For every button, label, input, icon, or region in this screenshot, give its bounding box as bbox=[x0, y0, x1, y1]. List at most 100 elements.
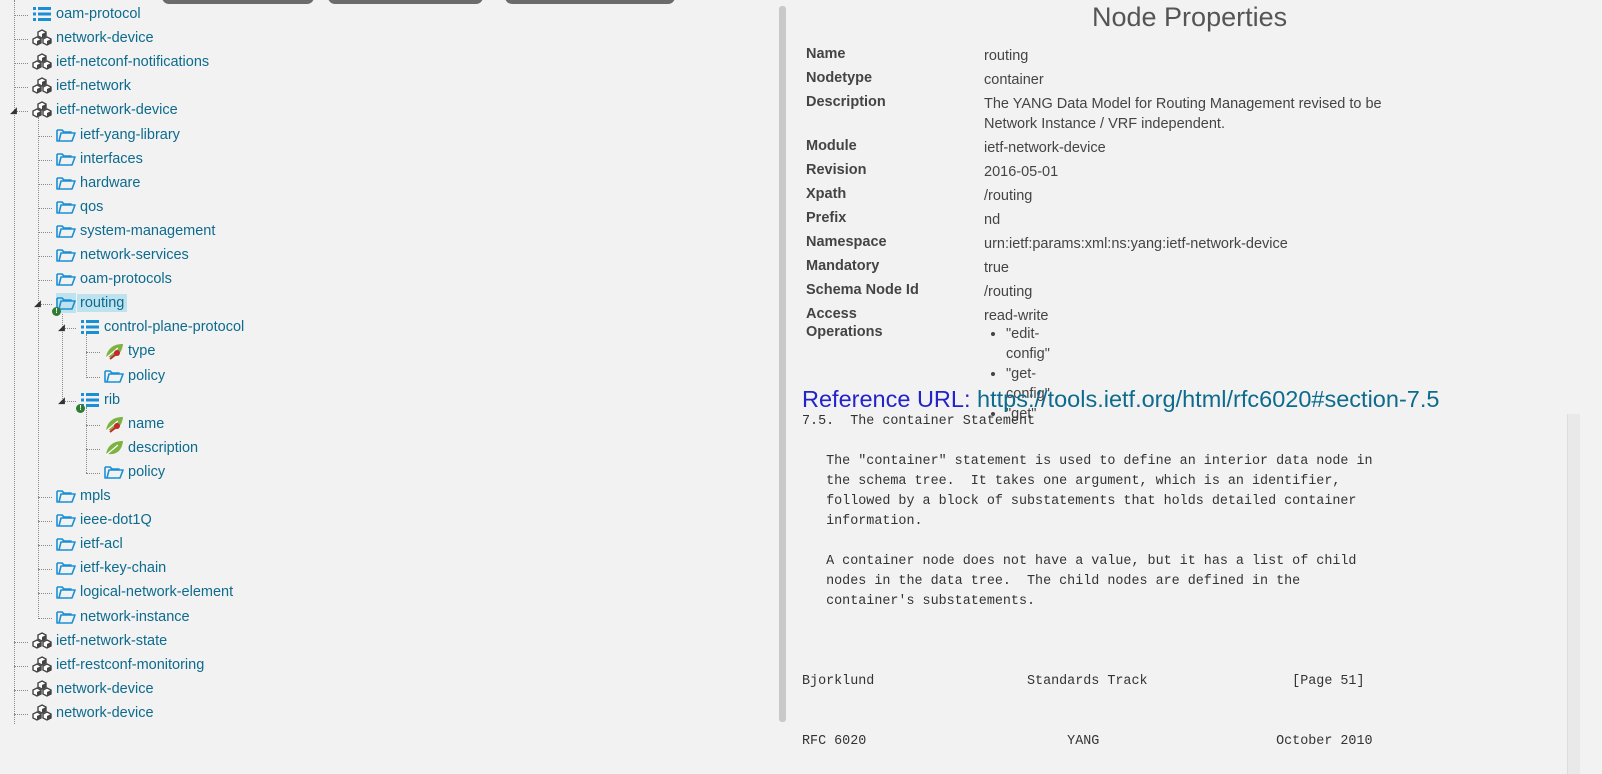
tree-node-label[interactable]: ietf-network-state bbox=[56, 633, 167, 649]
module-icon bbox=[32, 631, 52, 651]
tree-node-label[interactable]: policy bbox=[128, 368, 165, 384]
tree-node-name[interactable]: name bbox=[104, 413, 164, 435]
tree-connector bbox=[38, 256, 52, 257]
tree-node-system-management[interactable]: system-management bbox=[56, 220, 215, 242]
tree-node-label[interactable]: oam-protocol bbox=[56, 6, 141, 22]
tree-connector bbox=[38, 159, 52, 161]
folder-icon bbox=[56, 486, 76, 506]
tree-node-routing[interactable]: ! routing bbox=[52, 292, 128, 317]
tree-node-label[interactable]: routing bbox=[77, 294, 128, 313]
tree-node-ietf-acl[interactable]: ietf-acl bbox=[56, 533, 123, 555]
tree-connector bbox=[14, 39, 28, 41]
expand-toggle[interactable]: ◢ bbox=[10, 106, 17, 115]
folder-icon bbox=[56, 269, 76, 289]
tree-node-label[interactable]: ieee-dot1Q bbox=[80, 512, 152, 528]
tree-node-oam-protocol[interactable]: oam-protocol bbox=[32, 3, 141, 25]
tree-guide-level-3a bbox=[86, 334, 87, 377]
tree-node-label[interactable]: ietf-netconf-notifications bbox=[56, 54, 209, 70]
tree-node-interfaces[interactable]: interfaces bbox=[56, 148, 143, 170]
expand-toggle[interactable]: ◢ bbox=[58, 395, 65, 405]
prop-value: container bbox=[984, 72, 1044, 88]
tree-node-network-services[interactable]: network-services bbox=[56, 244, 189, 266]
tree-node-label[interactable]: ietf-key-chain bbox=[80, 560, 166, 576]
module-icon bbox=[32, 100, 52, 120]
tree-node-ietf-network[interactable]: ietf-network bbox=[32, 75, 131, 97]
tree-node-qos[interactable]: qos bbox=[56, 196, 103, 218]
tree-node-network-device[interactable]: network-device bbox=[32, 702, 154, 724]
expand-toggle[interactable]: ◢ bbox=[58, 323, 65, 332]
leaf-icon bbox=[104, 438, 124, 458]
tree-node-label[interactable]: oam-protocols bbox=[80, 271, 172, 287]
tree-node-rib[interactable]: ! rib bbox=[76, 389, 120, 413]
tree-node-label[interactable]: system-management bbox=[80, 223, 215, 239]
tree-node-label[interactable]: network-services bbox=[80, 247, 189, 263]
rfc-scrollbar[interactable] bbox=[1567, 414, 1580, 774]
tree-node-label[interactable]: ietf-network-device bbox=[56, 102, 178, 118]
module-icon bbox=[32, 52, 52, 72]
tree-node-label[interactable]: policy bbox=[128, 464, 165, 480]
tree-connector bbox=[14, 641, 28, 643]
tree-node-ietf-restconf-monitoring[interactable]: ietf-restconf-monitoring bbox=[32, 654, 204, 676]
tree-node-label[interactable]: network-device bbox=[56, 681, 154, 697]
folder-icon: ! bbox=[52, 293, 76, 317]
tree-node-label[interactable]: description bbox=[128, 440, 198, 456]
tree-node-label[interactable]: hardware bbox=[80, 175, 140, 191]
folder-icon bbox=[56, 607, 76, 627]
operation-item: "edit-config" bbox=[1006, 324, 1050, 364]
tree-node-label[interactable]: ietf-acl bbox=[80, 536, 123, 552]
tree-node-label[interactable]: mpls bbox=[80, 488, 111, 504]
expand-toggle[interactable]: ◢ bbox=[34, 299, 41, 308]
folder-icon bbox=[56, 534, 76, 554]
tree-connector bbox=[14, 689, 28, 691]
tree-node-label[interactable]: type bbox=[128, 343, 155, 359]
tree-connector bbox=[38, 183, 52, 185]
tree-node-network-instance[interactable]: network-instance bbox=[56, 606, 190, 628]
tree-node-logical-network-element[interactable]: logical-network-element bbox=[56, 581, 233, 603]
tree-node-label[interactable]: qos bbox=[80, 199, 103, 215]
tree-connector bbox=[38, 497, 52, 498]
tree-node-network-device[interactable]: network-device bbox=[32, 27, 154, 49]
tree-connector bbox=[14, 63, 28, 65]
tree-node-policy[interactable]: policy bbox=[104, 461, 165, 483]
tree-node-policy[interactable]: policy bbox=[104, 365, 165, 387]
tree-node-label[interactable]: network-instance bbox=[80, 609, 190, 625]
prop-key: Xpath bbox=[806, 186, 847, 202]
folder-icon bbox=[56, 245, 76, 265]
tree-node-label[interactable]: interfaces bbox=[80, 151, 143, 167]
tree-connector bbox=[14, 15, 28, 16]
tree-node-label[interactable]: network-device bbox=[56, 705, 154, 721]
tree-node-label[interactable]: ietf-network bbox=[56, 78, 131, 94]
tree-node-ietf-network-state[interactable]: ietf-network-state bbox=[32, 630, 167, 652]
prop-key: Access bbox=[806, 306, 857, 322]
tree-connector bbox=[14, 713, 28, 715]
tree-connector bbox=[38, 280, 52, 282]
pane-splitter[interactable] bbox=[779, 6, 786, 722]
tree-node-label[interactable]: network-device bbox=[56, 30, 154, 46]
prop-value: read-write bbox=[984, 308, 1049, 324]
tree-node-label[interactable]: ietf-yang-library bbox=[80, 127, 180, 143]
folder-icon bbox=[56, 221, 76, 241]
rfc-text: 7.5. The container Statement The "contai… bbox=[802, 414, 1373, 749]
tree-node-ietf-netconf-notifications[interactable]: ietf-netconf-notifications bbox=[32, 51, 209, 73]
tree-connector bbox=[38, 521, 52, 523]
tree-node-control-plane-protocol[interactable]: control-plane-protocol bbox=[80, 316, 244, 338]
tree-node-label[interactable]: logical-network-element bbox=[80, 584, 233, 600]
tree-node-description[interactable]: description bbox=[104, 437, 198, 459]
tree-node-label[interactable]: rib bbox=[104, 392, 120, 408]
tree-node-ietf-network-device[interactable]: ietf-network-device bbox=[32, 99, 178, 121]
tree-node-mpls[interactable]: mpls bbox=[56, 485, 111, 507]
tree-connector bbox=[38, 617, 52, 619]
tree-node-ieee-dot1Q[interactable]: ieee-dot1Q bbox=[56, 509, 152, 531]
tree-node-network-device[interactable]: network-device bbox=[32, 678, 154, 700]
tree-node-type[interactable]: type bbox=[104, 340, 155, 362]
tree-node-label[interactable]: control-plane-protocol bbox=[104, 319, 244, 335]
tree-node-label[interactable]: ietf-restconf-monitoring bbox=[56, 657, 204, 673]
tree-node-label[interactable]: name bbox=[128, 416, 164, 432]
tree-node-oam-protocols[interactable]: oam-protocols bbox=[56, 268, 172, 290]
prop-value: nd bbox=[984, 212, 1001, 228]
prop-key: Nodetype bbox=[806, 70, 873, 86]
tree-node-hardware[interactable]: hardware bbox=[56, 172, 140, 194]
reference-link[interactable]: https://tools.ietf.org/html/rfc6020#sect… bbox=[977, 386, 1439, 412]
tree-node-ietf-yang-library[interactable]: ietf-yang-library bbox=[56, 124, 180, 146]
tree-node-ietf-key-chain[interactable]: ietf-key-chain bbox=[56, 557, 166, 579]
